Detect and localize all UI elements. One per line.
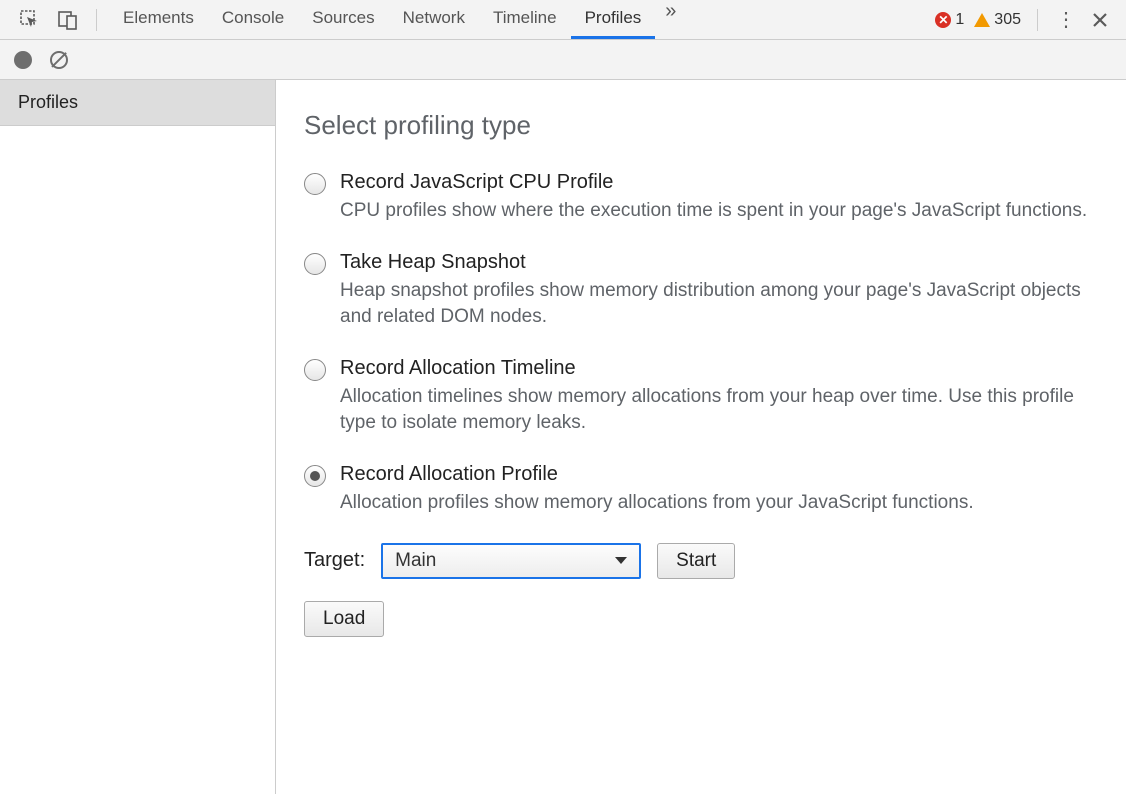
option-desc: Allocation profiles show memory allocati… [340,490,1098,517]
target-row: Target: Main Start [304,543,1098,579]
error-icon: ✕ [935,12,951,28]
main-panel: Select profiling type Record JavaScript … [276,80,1126,794]
radio-heap-snapshot[interactable] [304,253,326,275]
option-desc: Allocation timelines show memory allocat… [340,384,1098,437]
page-heading: Select profiling type [304,110,1098,141]
option-heap-snapshot: Take Heap Snapshot Heap snapshot profile… [304,251,1098,331]
tab-sources[interactable]: Sources [298,0,388,39]
clear-button[interactable] [50,51,68,69]
tabs-overflow-icon[interactable]: » [655,0,686,39]
divider [96,9,97,31]
target-label: Target: [304,549,365,572]
radio-cpu-profile[interactable] [304,173,326,195]
warnings-badge[interactable]: 305 [974,11,1021,29]
chevron-down-icon [615,557,627,564]
close-icon[interactable] [1088,8,1112,32]
toolbar-right: ✕ 1 305 ⋮ [935,8,1118,32]
tab-console[interactable]: Console [208,0,298,39]
warning-icon [974,13,990,27]
errors-badge[interactable]: ✕ 1 [935,11,964,29]
record-button[interactable] [14,51,32,69]
settings-menu-icon[interactable]: ⋮ [1054,8,1078,32]
divider [1037,9,1038,31]
sidebar: Profiles [0,80,276,794]
option-desc: Heap snapshot profiles show memory distr… [340,278,1098,331]
sidebar-item-profiles[interactable]: Profiles [0,80,275,126]
option-title: Record Allocation Timeline [340,357,1098,380]
radio-allocation-timeline[interactable] [304,359,326,381]
inspect-element-icon[interactable] [18,8,42,32]
tab-network[interactable]: Network [389,0,479,39]
tab-timeline[interactable]: Timeline [479,0,571,39]
body: Profiles Select profiling type Record Ja… [0,80,1126,794]
start-button[interactable]: Start [657,543,735,579]
option-allocation-timeline: Record Allocation Timeline Allocation ti… [304,357,1098,437]
toolbar-left [8,8,90,32]
target-select[interactable]: Main [381,543,641,579]
option-desc: CPU profiles show where the execution ti… [340,198,1098,225]
radio-allocation-profile[interactable] [304,465,326,487]
toolbar-tabs: Elements Console Sources Network Timelin… [109,0,686,39]
tab-elements[interactable]: Elements [109,0,208,39]
device-toggle-icon[interactable] [56,8,80,32]
option-allocation-profile: Record Allocation Profile Allocation pro… [304,463,1098,517]
profiles-subtoolbar [0,40,1126,80]
tab-profiles[interactable]: Profiles [571,0,656,39]
option-cpu-profile: Record JavaScript CPU Profile CPU profil… [304,171,1098,225]
option-title: Record JavaScript CPU Profile [340,171,1098,194]
devtools-toolbar: Elements Console Sources Network Timelin… [0,0,1126,40]
option-title: Take Heap Snapshot [340,251,1098,274]
target-select-value: Main [395,550,436,572]
option-title: Record Allocation Profile [340,463,1098,486]
warnings-count: 305 [994,11,1021,29]
load-button[interactable]: Load [304,601,384,637]
errors-count: 1 [955,11,964,29]
